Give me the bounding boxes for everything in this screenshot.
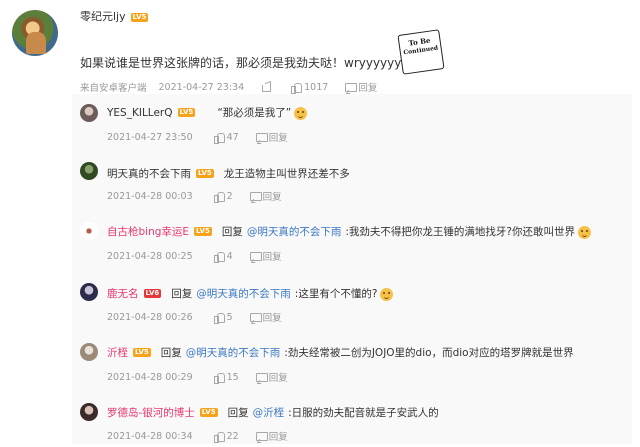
reply-list: YES_KILLerQ LV5 “那必须是我了” 2021-04-27 23:5… [72, 94, 632, 444]
mention-link[interactable]: @明天真的不会下雨 [196, 288, 291, 300]
reply-likes: 22 [226, 430, 239, 442]
doge-emoji-icon [380, 287, 394, 301]
reply-likes: 15 [226, 371, 239, 383]
reply-username[interactable]: 鹿无名 [107, 286, 139, 301]
reply-avatar[interactable] [80, 283, 98, 301]
reply-time: 2021-04-27 23:50 [107, 131, 193, 143]
reply-button[interactable]: 回复 [269, 370, 288, 384]
post-reply-button[interactable]: 回复 [358, 80, 377, 94]
reply-text: 龙王造物主叫世界还差不多 [223, 168, 350, 180]
reply-prefix: 回复 [227, 407, 249, 419]
reply-text: “那必须是我了” [217, 107, 292, 119]
doge-emoji-icon [577, 225, 591, 239]
level-badge: LV5 [177, 108, 196, 117]
level-badge: LV5 [196, 169, 214, 178]
reply-avatar[interactable] [80, 162, 98, 180]
reply-likes: 4 [226, 250, 233, 262]
to-be-continued-sticker: To Be Continued [397, 29, 445, 75]
mention-link[interactable]: @明天真的不会下雨 [186, 347, 281, 359]
level-badge: LV5 [130, 12, 149, 22]
reply-head: 自古枪bing幸运E LV5 回复 @明天真的不会下雨:我劲夫不得把你龙王锤的满地… [107, 224, 591, 239]
level-badge: LV5 [194, 227, 212, 236]
reply-button[interactable]: 回复 [263, 189, 282, 203]
reply-prefix: 回复 [171, 288, 193, 300]
reply-username[interactable]: 罗德岛-银河的博士 [107, 405, 195, 420]
reply-time: 2021-04-28 00:29 [107, 371, 193, 383]
reply-icon[interactable] [249, 250, 262, 262]
reply-prefix: 回复 [160, 347, 182, 359]
mention-link[interactable]: @沂桎 [253, 407, 285, 419]
post-username-row: 零纪元ljy LV5 [80, 8, 149, 24]
reply-username[interactable]: 沂桎 [107, 345, 128, 360]
reply-head: 鹿无名 LV6 回复 @明天真的不会下雨:这里有个不懂的? [107, 286, 394, 301]
post-text: 如果说谁是世界这张牌的话，那必须是我劲夫哒！wryyyyyyyy [80, 56, 416, 70]
post-meta: 来自安卓客户端 2021-04-27 23:34 1017 回复 [80, 80, 377, 94]
reply-button[interactable]: 回复 [263, 249, 282, 263]
reply-likes: 5 [226, 311, 233, 323]
reply-meta: 2021-04-28 00:29 15 回复 [107, 370, 288, 384]
post-avatar[interactable] [12, 10, 58, 56]
reply-icon[interactable] [255, 131, 268, 143]
reply-time: 2021-04-28 00:25 [107, 250, 193, 262]
post-time: 2021-04-27 23:34 [158, 81, 245, 93]
post-source: 来自安卓客户端 [80, 83, 147, 94]
like-icon[interactable] [213, 311, 225, 324]
reply-username[interactable]: YES_KILLerQ [107, 107, 173, 119]
reply-body: 回复 @明天真的不会下雨:我劲夫不得把你龙王锤的满地找牙?你还敢叫世界 [222, 224, 591, 239]
reply-body: 回复 @明天真的不会下雨:劲夫经常被二创为JOJO里的dio，而dio对应的塔罗牌… [161, 345, 574, 360]
reply-icon[interactable] [249, 190, 262, 202]
like-icon[interactable] [213, 250, 225, 263]
reply-body: 回复 @明天真的不会下雨:这里有个不懂的? [171, 286, 394, 301]
reply-likes: 2 [226, 190, 233, 202]
reply-avatar[interactable] [80, 222, 98, 240]
reply-icon[interactable] [255, 371, 268, 383]
reply-prefix: 回复 [221, 226, 243, 238]
reply-button[interactable]: 回复 [263, 310, 282, 324]
reply-button[interactable]: 回复 [269, 429, 288, 443]
like-icon[interactable] [213, 131, 225, 144]
reply-head: YES_KILLerQ LV5 “那必须是我了” [107, 105, 308, 120]
like-icon[interactable] [213, 190, 225, 203]
reply-icon[interactable] [344, 81, 358, 93]
reply-head: 沂桎 LV5 回复 @明天真的不会下雨:劲夫经常被二创为JOJO里的dio，而di… [107, 345, 574, 360]
reply-icon[interactable] [249, 311, 262, 323]
reply-time: 2021-04-28 00:03 [107, 190, 193, 202]
reply-time: 2021-04-28 00:26 [107, 311, 193, 323]
reply-meta: 2021-04-28 00:25 4 回复 [107, 249, 282, 263]
reply-body: 回复 @沂桎:日服的劲夫配音就是子安武人的 [228, 405, 439, 420]
reply-meta: 2021-04-28 00:03 2 回复 [107, 189, 282, 203]
reply-avatar[interactable] [80, 343, 98, 361]
reply-likes: 47 [226, 131, 239, 143]
like-icon[interactable] [213, 430, 225, 443]
doge-emoji-icon [294, 106, 308, 120]
like-icon[interactable] [213, 371, 225, 384]
level-badge: LV5 [133, 348, 151, 357]
reply-body: “那必须是我了” [217, 105, 308, 120]
share-icon[interactable] [260, 81, 272, 93]
level-badge: LV6 [143, 289, 162, 298]
reply-time: 2021-04-28 00:34 [107, 430, 193, 442]
reply-avatar[interactable] [80, 403, 98, 421]
reply-text: :日服的劲夫配音就是子安武人的 [288, 407, 439, 419]
level-badge: LV5 [199, 408, 218, 417]
reply-meta: 2021-04-28 00:26 5 回复 [107, 310, 282, 324]
reply-text: :劲夫经常被二创为JOJO里的dio，而dio对应的塔罗牌就是世界 [284, 347, 574, 359]
reply-avatar[interactable] [80, 104, 98, 122]
like-icon[interactable] [290, 81, 303, 94]
post-likes: 1017 [304, 81, 329, 93]
reply-username[interactable]: 自古枪bing幸运E [107, 224, 189, 239]
reply-head: 罗德岛-银河的博士 LV5 回复 @沂桎:日服的劲夫配音就是子安武人的 [107, 405, 439, 420]
reply-button[interactable]: 回复 [269, 130, 288, 144]
post-username[interactable]: 零纪元ljy [80, 10, 126, 23]
mention-link[interactable]: @明天真的不会下雨 [247, 226, 342, 238]
reply-meta: 2021-04-27 23:50 47 回复 [107, 130, 288, 144]
reply-text: :我劲夫不得把你龙王锤的满地找牙?你还敢叫世界 [345, 226, 575, 238]
reply-text: :这里有个不懂的? [294, 288, 378, 300]
reply-meta: 2021-04-28 00:34 22 回复 [107, 429, 288, 443]
reply-username[interactable]: 明天真的不会下雨 [107, 166, 191, 181]
reply-icon[interactable] [255, 430, 268, 442]
reply-head: 明天真的不会下雨 LV5 龙王造物主叫世界还差不多 [107, 166, 350, 181]
